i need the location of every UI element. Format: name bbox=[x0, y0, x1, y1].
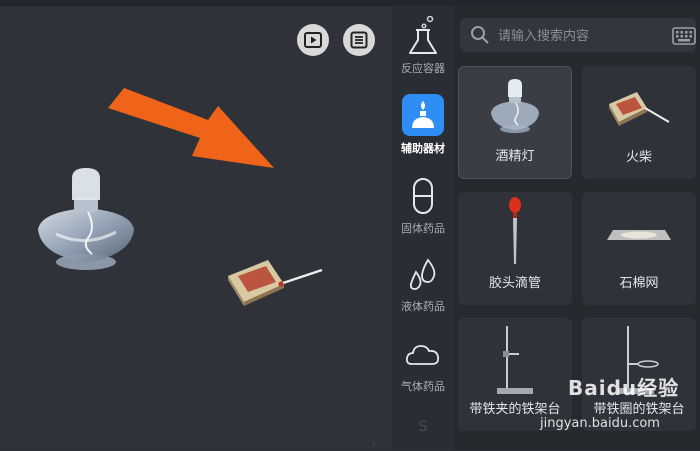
category-label: 反应容器 bbox=[401, 62, 445, 75]
iron-stand-clamp-icon bbox=[497, 326, 533, 394]
category-more-hint: S bbox=[392, 416, 454, 435]
alcohol-lamp-icon bbox=[491, 79, 539, 133]
droplets-icon bbox=[409, 258, 436, 290]
category-label: 液体药品 bbox=[401, 300, 445, 313]
library-item-dropper[interactable]: 胶头滴管 bbox=[458, 192, 572, 305]
watermark-url: jingyan.baidu.com bbox=[540, 416, 660, 431]
library-item-asbestos-gauze[interactable]: 石棉网 bbox=[582, 192, 696, 305]
baidu-watermark: Baidu经验 bbox=[568, 376, 680, 400]
matchbox-icon bbox=[609, 92, 670, 126]
library-item-matches[interactable]: 火柴 bbox=[582, 66, 696, 179]
cloud-icon bbox=[405, 345, 440, 365]
search-input[interactable] bbox=[496, 24, 660, 48]
category-liquid-reagents[interactable]: 液体药品 bbox=[392, 256, 454, 314]
category-label: 固体药品 bbox=[401, 222, 445, 235]
category-label: 气体药品 bbox=[401, 380, 445, 393]
category-gas-reagents[interactable]: 气体药品 bbox=[392, 336, 454, 394]
category-solid-reagents[interactable]: 固体药品 bbox=[392, 176, 454, 236]
list-icon bbox=[350, 31, 368, 49]
category-label: 辅助器材 bbox=[401, 142, 445, 155]
category-reaction-vessels[interactable]: 反应容器 bbox=[392, 16, 454, 76]
list-button[interactable] bbox=[343, 24, 375, 56]
capsule-icon bbox=[413, 178, 433, 214]
search-bar bbox=[460, 18, 696, 52]
keyboard-icon[interactable] bbox=[672, 27, 696, 45]
asbestos-gauze-icon bbox=[607, 230, 671, 240]
matchbox-on-canvas[interactable] bbox=[226, 254, 326, 306]
active-category-tile bbox=[402, 94, 444, 136]
item-label: 石棉网 bbox=[619, 276, 659, 291]
item-label: 带铁夹的铁架台 bbox=[469, 402, 561, 417]
search-icon[interactable] bbox=[470, 25, 490, 45]
alcohol-lamp-icon bbox=[412, 101, 434, 128]
play-button[interactable] bbox=[297, 24, 329, 56]
play-icon bbox=[304, 32, 322, 48]
library-item-alcohol-lamp[interactable]: 酒精灯 bbox=[458, 66, 572, 179]
flask-icon bbox=[409, 16, 437, 54]
orange-arrow-annotation bbox=[108, 88, 274, 168]
item-label: 胶头滴管 bbox=[488, 276, 541, 291]
category-rail: 反应容器 辅助器材 固体药品 液体药品 气体药品 S bbox=[392, 6, 454, 450]
library-item-iron-stand-clamp[interactable]: 带铁夹的铁架台 bbox=[458, 318, 572, 431]
alcohol-lamp-on-canvas[interactable] bbox=[30, 168, 142, 276]
category-auxiliary-equipment[interactable]: 辅助器材 bbox=[392, 94, 454, 156]
more-hint-icon: S bbox=[418, 419, 428, 435]
scroll-hint-icon: › bbox=[372, 440, 376, 451]
dropper-icon bbox=[509, 197, 521, 264]
item-label: 酒精灯 bbox=[495, 149, 535, 164]
item-label: 火柴 bbox=[625, 150, 652, 165]
